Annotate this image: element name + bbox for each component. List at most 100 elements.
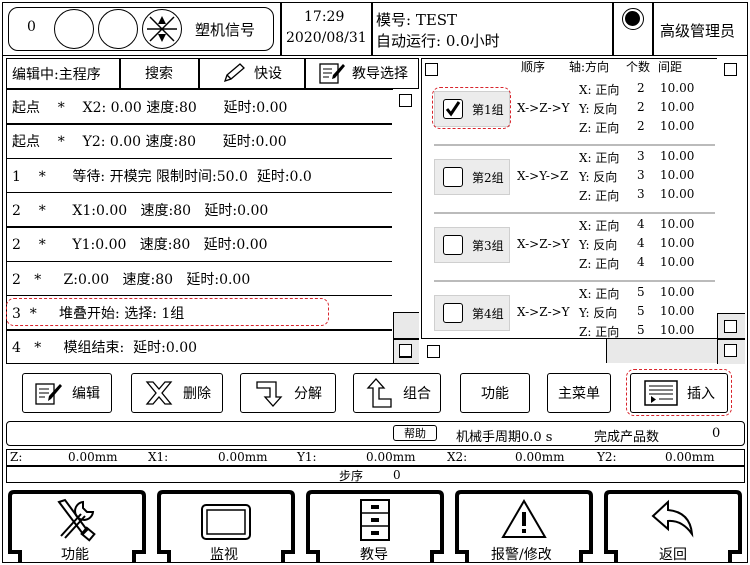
back-arrow-icon: [651, 499, 694, 538]
group-spacing: 10.00: [660, 149, 695, 163]
nav-function[interactable]: 功能: [6, 490, 148, 563]
program-row[interactable]: 2 * X1:0.00 速度:80 延时:0.00: [8, 192, 392, 226]
group-count: 3: [637, 168, 645, 182]
position-axis: Z:: [10, 450, 23, 464]
position-value: 0.00mm: [366, 450, 416, 464]
nav-back[interactable]: 返回: [602, 490, 744, 563]
cycle-time: 机械手周期0.0 s: [456, 430, 553, 445]
edit-icon: [35, 383, 62, 405]
group-count: 3: [637, 187, 645, 201]
position-value: 0.00mm: [218, 450, 268, 464]
quick-set-button[interactable]: 快设: [203, 60, 301, 86]
finished-label: 完成产品数: [594, 430, 660, 445]
group-count: 5: [637, 323, 645, 337]
group-checkbox[interactable]: [443, 99, 463, 119]
step-value: 0: [393, 468, 401, 482]
nav-teach[interactable]: 教导: [304, 490, 446, 563]
groups-select-all[interactable]: [425, 63, 438, 76]
group-axis-dir: X: 正向: [579, 83, 620, 97]
split-arrow-icon: [256, 381, 283, 407]
divider: [280, 2, 282, 56]
stack-group-item[interactable]: 第1组 X->Z->Y X: 正向 2 10.00 Y: 反向 2 10.00 Z: 正向 2 10…: [430, 77, 715, 145]
delete-x-icon: [145, 381, 173, 405]
group-spacing: 10.00: [660, 217, 695, 231]
selected-row-highlight: [6, 297, 329, 327]
signal-value: 0: [27, 19, 36, 35]
hscroll-left[interactable]: [427, 345, 440, 358]
edit-button[interactable]: 编辑: [22, 373, 112, 413]
checkmark-icon: [445, 101, 461, 117]
program-row[interactable]: 1 * 等待: 开模完 限制时间:50.0 延时:0.0: [8, 158, 392, 192]
group-spacing: 10.00: [660, 119, 695, 133]
group-count: 2: [637, 81, 645, 95]
program-scrollbar[interactable]: [393, 89, 419, 363]
groups-hscroll[interactable]: [421, 338, 717, 364]
delete-button[interactable]: 删除: [131, 373, 223, 413]
group-axis-dir: Y: 反向: [579, 170, 618, 184]
mold-signal-icon[interactable]: [142, 9, 182, 49]
groups-scroll-down[interactable]: [724, 320, 737, 333]
groups-scroll-corner[interactable]: [724, 344, 737, 357]
group-count: 4: [637, 236, 645, 250]
groups-scrollbar[interactable]: [717, 58, 745, 364]
insert-button[interactable]: 插入: [630, 373, 728, 413]
group-spacing: 10.00: [660, 323, 695, 337]
program-row[interactable]: 起点 * Y2: 0.00 速度:80 延时:0.00: [8, 123, 392, 157]
split-button[interactable]: 分解: [240, 373, 336, 413]
stack-group-item[interactable]: 第3组 X->Z->Y X: 正向 4 10.00 Y: 反向 4 10.00 Z: 正向 4 10…: [430, 213, 715, 281]
file-cabinet-icon: [360, 499, 390, 541]
divider: [371, 2, 373, 56]
user-level[interactable]: 高级管理员: [660, 20, 735, 41]
position-value: 0.00mm: [665, 450, 715, 464]
signal-lamp-2: [98, 9, 138, 49]
position-axis: Y2:: [597, 450, 617, 464]
main-menu-button[interactable]: 主菜单: [547, 373, 611, 413]
group-spacing: 10.00: [660, 285, 695, 299]
group-axis-dir: Z: 正向: [579, 257, 620, 271]
group-axis-dir: Y: 反向: [579, 102, 618, 116]
search-button[interactable]: 搜索: [124, 60, 194, 86]
program-row[interactable]: 起点 * X2: 0.00 速度:80 延时:0.00: [8, 89, 392, 123]
group-count: 4: [637, 217, 645, 231]
scroll-corner-button[interactable]: [399, 344, 412, 357]
clock-time: 17:29: [304, 9, 345, 25]
program-row-text: 起点 * Y2: 0.00 速度:80 延时:0.00: [12, 134, 287, 151]
group-order: X->Z->Y: [517, 237, 570, 251]
group-order: X->Y->Z: [517, 169, 569, 183]
group-spacing: 10.00: [660, 236, 695, 250]
group-name: 第1组: [472, 103, 504, 117]
nav-monitor[interactable]: 监视: [155, 490, 297, 563]
header-bar: 0 塑机信号 17:29 2020/08/31 模号: TEST 自动运行: 0…: [2, 2, 748, 56]
scroll-up-button[interactable]: [399, 94, 412, 107]
group-checkbox[interactable]: [443, 235, 463, 255]
program-row[interactable]: 2 * Y1:0.00 速度:80 延时:0.00: [8, 226, 392, 260]
signal-lamp-1: [54, 9, 94, 49]
finished-value: 0: [712, 426, 721, 441]
position-axis: X2:: [447, 450, 468, 464]
insert-list-icon: [644, 380, 678, 406]
col-axis-dir: 轴:方向: [569, 60, 610, 74]
program-row-text: 2 * X1:0.00 速度:80 延时:0.00: [12, 202, 269, 219]
program-row-text: 起点 * X2: 0.00 速度:80 延时:0.00: [12, 100, 288, 116]
teach-edit-icon: [319, 63, 345, 84]
group-spacing: 10.00: [660, 304, 695, 318]
position-axis: Y1:: [297, 450, 317, 464]
function-button[interactable]: 功能: [460, 373, 530, 413]
help-button[interactable]: 帮助: [393, 425, 437, 441]
group-count: 2: [637, 119, 645, 133]
group-checkbox[interactable]: [443, 167, 463, 187]
stack-group-item[interactable]: 第2组 X->Y->Z X: 正向 3 10.00 Y: 反向 3 10.00 Z: 正向 3 10…: [430, 145, 715, 213]
warning-icon: [501, 499, 547, 538]
group-checkbox[interactable]: [443, 303, 463, 323]
group-count: 5: [637, 285, 645, 299]
group-axis-dir: X: 正向: [579, 219, 620, 233]
groups-scroll-up[interactable]: [724, 63, 737, 76]
program-row[interactable]: 4 * 模组结束: 延时:0.00: [8, 329, 392, 363]
auto-run-time: 自动运行: 0.0小时: [376, 32, 500, 50]
teach-select-button[interactable]: 教导选择: [309, 60, 417, 86]
combine-button[interactable]: 组合: [353, 373, 441, 413]
program-row-text: 2 * Y1:0.00 速度:80 延时:0.00: [12, 237, 268, 254]
program-row[interactable]: 2 * Z:0.00 速度:80 延时:0.00: [8, 261, 392, 295]
col-order: 顺序: [521, 60, 546, 74]
nav-alarm[interactable]: 报警/修改: [453, 490, 595, 563]
